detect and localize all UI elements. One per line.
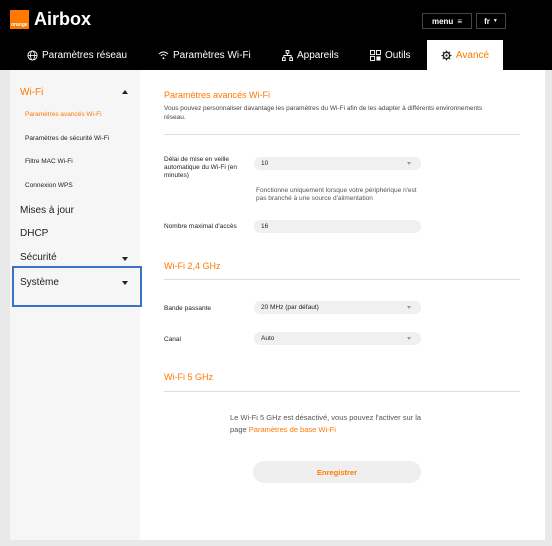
tools-icon <box>370 49 381 61</box>
tab-label: Paramètres réseau <box>42 49 128 61</box>
page-title: Paramètres avancés Wi-Fi <box>164 90 271 100</box>
language-select[interactable]: fr ▼ <box>476 13 506 29</box>
sidebar-item-wifi[interactable]: Wi-Fi <box>20 87 43 98</box>
sidebar-item-advanced-wifi[interactable]: Paramètres avancés Wi-Fi <box>25 111 102 118</box>
sidebar-item-dhcp[interactable]: DHCP <box>20 228 48 239</box>
sleep-delay-select[interactable]: 10 <box>254 157 421 170</box>
top-header: orange Airbox menu ≡ fr ▼ <box>0 0 552 40</box>
globe-icon <box>27 49 38 61</box>
max-access-label: Nombre maximal d'accès <box>164 223 237 230</box>
orange-logo: orange <box>10 10 29 29</box>
tab-label: Paramètres Wi-Fi <box>173 49 251 61</box>
hamburger-icon: ≡ <box>457 16 462 26</box>
language-label: fr <box>484 16 490 26</box>
gear-icon <box>441 49 452 61</box>
wifi5-title: Wi-Fi 5 GHz <box>164 372 213 382</box>
sleep-delay-label: Délai de mise en veille automatique du W… <box>164 156 237 179</box>
wifi-basic-settings-link[interactable]: Paramètres de base Wi-Fi <box>249 425 336 434</box>
wifi5-info: Le Wi-Fi 5 GHz est désactivé, vous pouve… <box>230 412 430 436</box>
wifi-icon <box>158 50 169 60</box>
max-access-input[interactable]: 16 <box>254 220 421 233</box>
tab-label: Avancé <box>455 49 490 61</box>
chevron-down-icon <box>407 162 411 165</box>
channel-value: Auto <box>261 335 275 342</box>
tab-network-settings[interactable]: Paramètres réseau <box>27 40 127 70</box>
chevron-up-icon <box>122 90 128 94</box>
bandwidth-select[interactable]: 20 MHz (par défaut) <box>254 301 421 314</box>
tab-devices[interactable]: Appareils <box>282 40 339 70</box>
channel-select[interactable]: Auto <box>254 332 421 345</box>
app-title: Airbox <box>34 9 92 29</box>
sidebar-item-wps[interactable]: Connexion WPS <box>25 182 73 189</box>
chevron-down-icon <box>407 306 411 309</box>
main-nav: Paramètres réseau Paramètres Wi-Fi Appar… <box>0 40 552 70</box>
main-panel: Wi-Fi Paramètres avancés Wi-Fi Paramètre… <box>10 70 545 540</box>
chevron-down-icon <box>407 337 411 340</box>
tab-advanced[interactable]: Avancé <box>427 40 503 70</box>
sleep-delay-value: 10 <box>261 160 269 167</box>
page-description: Vous pouvez personnaliser davantage les … <box>164 105 483 121</box>
chevron-down-icon <box>122 257 128 261</box>
sidebar-item-mac-filter[interactable]: Filtre MAC Wi-Fi <box>25 158 73 165</box>
max-access-value: 16 <box>261 223 269 230</box>
chevron-down-icon: ▼ <box>492 18 498 24</box>
sidebar: Wi-Fi Paramètres avancés Wi-Fi Paramètre… <box>10 70 142 540</box>
selection-highlight <box>12 266 142 307</box>
tab-label: Outils <box>385 49 411 61</box>
devices-icon <box>282 49 293 61</box>
sidebar-item-wifi-security[interactable]: Paramètres de sécurité Wi-Fi <box>25 135 109 142</box>
sidebar-item-security[interactable]: Sécurité <box>20 252 57 263</box>
menu-label: menu <box>431 16 454 26</box>
divider <box>164 391 520 392</box>
tab-wifi-settings[interactable]: Paramètres Wi-Fi <box>158 40 251 70</box>
bandwidth-value: 20 MHz (par défaut) <box>261 304 319 311</box>
channel-label: Canal <box>164 336 181 343</box>
menu-button[interactable]: menu ≡ <box>422 13 472 29</box>
content-area: Paramètres avancés Wi-Fi Vous pouvez per… <box>164 70 544 540</box>
tab-tools[interactable]: Outils <box>370 40 411 70</box>
sleep-delay-note: Fonctionne uniquement lorsque votre péri… <box>256 187 417 202</box>
tab-label: Appareils <box>297 49 339 61</box>
brand-small: orange <box>11 22 28 28</box>
divider <box>164 134 520 135</box>
save-button[interactable]: Enregistrer <box>253 461 421 483</box>
wifi24-title: Wi-Fi 2,4 GHz <box>164 261 221 271</box>
divider <box>164 279 520 280</box>
bandwidth-label: Bande passante <box>164 305 211 312</box>
sidebar-item-updates[interactable]: Mises à jour <box>20 205 74 216</box>
